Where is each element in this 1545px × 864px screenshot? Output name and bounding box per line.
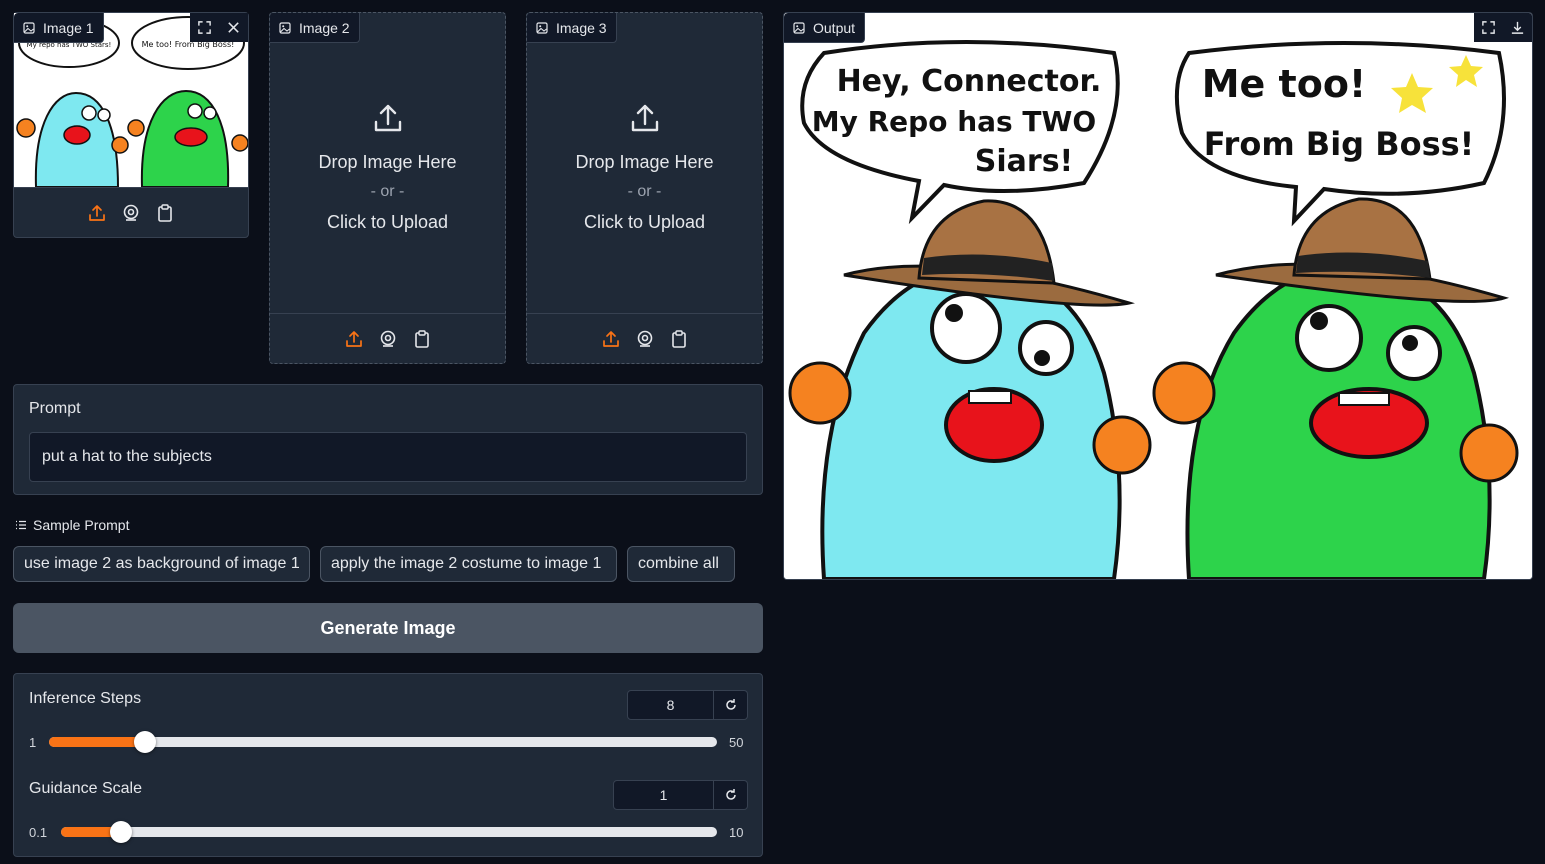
image2-drop-area[interactable]: Drop Image Here - or - Click to Upload xyxy=(270,101,505,237)
image2-click-text: Click to Upload xyxy=(326,212,449,232)
upload-icon[interactable] xyxy=(601,329,621,349)
fullscreen-icon xyxy=(198,21,211,34)
output-fullscreen-button[interactable] xyxy=(1474,13,1503,42)
image3-label-tag: Image 3 xyxy=(527,13,617,43)
output-download-button[interactable] xyxy=(1503,13,1532,42)
output-bubble-left-line2: My Repo has TWO xyxy=(812,105,1096,138)
output-bubble-right-line1: Me too! xyxy=(1202,62,1367,106)
sample-prompt-background[interactable]: use image 2 as background of image 1 xyxy=(13,546,310,582)
sample-prompt-header: Sample Prompt xyxy=(15,517,129,533)
image1-label: Image 1 xyxy=(43,19,94,36)
steps-label: Inference Steps xyxy=(29,690,142,707)
guidance-slider[interactable] xyxy=(61,821,717,843)
guidance-label: Guidance Scale xyxy=(29,780,142,797)
sample-prompt-label: Sample Prompt xyxy=(33,517,130,533)
guidance-min: 0.1 xyxy=(29,825,48,840)
clipboard-icon[interactable] xyxy=(412,329,432,349)
image-icon xyxy=(536,21,548,34)
output-bubble-right-line2: From Big Boss! xyxy=(1204,125,1475,163)
image-icon xyxy=(23,21,35,34)
webcam-icon[interactable] xyxy=(378,329,398,349)
image3-label: Image 3 xyxy=(556,19,607,36)
close-icon xyxy=(228,22,239,33)
output-image: Hey, Connector. My Repo has TWO Siars! M… xyxy=(784,13,1532,579)
upload-icon xyxy=(631,104,658,132)
upload-icon[interactable] xyxy=(87,203,107,223)
generate-image-button[interactable]: Generate Image xyxy=(13,603,763,653)
steps-slider-thumb[interactable] xyxy=(133,731,156,753)
steps-min: 1 xyxy=(29,735,37,750)
image3-drop-text: Drop Image Here xyxy=(575,152,714,172)
prompt-input[interactable]: put a hat to the subjects xyxy=(29,432,747,482)
steps-max: 50 xyxy=(729,735,744,750)
upload-icon[interactable] xyxy=(344,329,364,349)
image2-or-text: - or - xyxy=(370,183,405,200)
fullscreen-icon xyxy=(1482,21,1495,34)
sample-prompt-costume[interactable]: apply the image 2 costume to image 1 xyxy=(320,546,617,582)
image3-drop-area[interactable]: Drop Image Here - or - Click to Upload xyxy=(527,101,762,237)
output-label: Output xyxy=(813,19,856,36)
steps-reset-button[interactable] xyxy=(714,690,748,720)
webcam-icon[interactable] xyxy=(121,203,141,223)
image2-label-tag: Image 2 xyxy=(270,13,360,43)
image3-dropzone[interactable]: Image 3 Drop Image Here - or - Click to … xyxy=(526,12,763,364)
steps-slider-fill xyxy=(49,737,145,747)
clipboard-icon[interactable] xyxy=(155,203,175,223)
prompt-label: Prompt xyxy=(29,400,81,417)
guidance-slider-thumb[interactable] xyxy=(109,821,132,843)
prompt-block: Prompt put a hat to the subjects xyxy=(13,384,763,495)
steps-number-input[interactable]: 8 xyxy=(627,690,714,720)
steps-slider[interactable] xyxy=(49,731,717,753)
image1-clear-button[interactable] xyxy=(219,13,248,42)
download-icon xyxy=(1511,21,1524,34)
settings-panel: Inference Steps 8 1 50 Guidance Scale 1 … xyxy=(13,673,763,857)
output-bubble-left-line3: Siars! xyxy=(975,144,1073,179)
upload-icon xyxy=(374,104,401,132)
image2-dropzone[interactable]: Image 2 Drop Image Here - or - Click to … xyxy=(269,12,506,364)
image-icon xyxy=(793,21,805,34)
output-panel: Output Hey, Connector. My Repo has TWO S… xyxy=(783,12,1533,580)
image2-label: Image 2 xyxy=(299,19,350,36)
clipboard-icon[interactable] xyxy=(669,329,689,349)
webcam-icon[interactable] xyxy=(635,329,655,349)
guidance-number-input[interactable]: 1 xyxy=(613,780,714,810)
image1-label-tag: Image 1 xyxy=(14,13,104,43)
image1-fullscreen-button[interactable] xyxy=(190,13,219,42)
image3-or-text: - or - xyxy=(627,183,662,200)
image2-drop-text: Drop Image Here xyxy=(318,152,457,172)
sample-prompt-combine[interactable]: combine all xyxy=(627,546,735,582)
guidance-max: 10 xyxy=(729,825,744,840)
reset-icon xyxy=(725,699,736,710)
list-icon xyxy=(16,520,26,530)
reset-icon xyxy=(725,789,736,800)
output-label-tag: Output xyxy=(784,13,866,43)
output-bubble-left-line1: Hey, Connector. xyxy=(837,64,1102,99)
image-icon xyxy=(279,21,291,34)
image3-click-text: Click to Upload xyxy=(583,212,706,232)
image1-panel[interactable]: Image 1 My repo has TWO Stars! Me too! F… xyxy=(13,12,249,238)
guidance-reset-button[interactable] xyxy=(714,780,748,810)
